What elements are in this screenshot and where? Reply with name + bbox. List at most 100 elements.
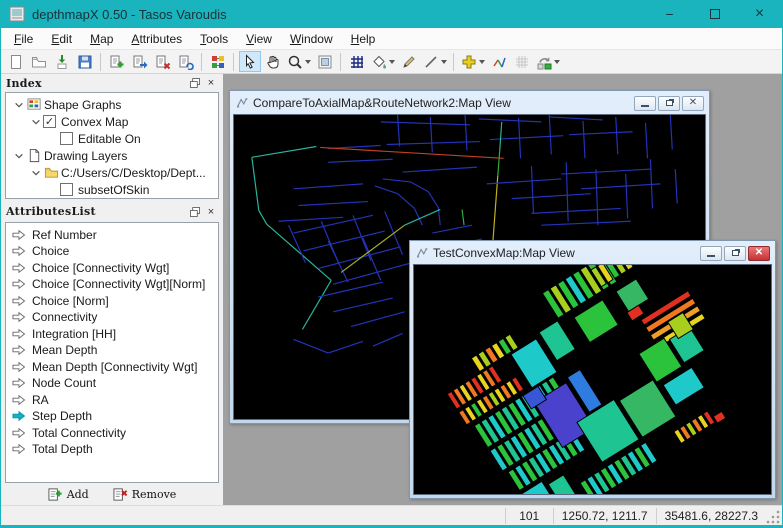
attribute-item[interactable]: RA <box>6 392 218 409</box>
new-file-button[interactable] <box>5 51 27 72</box>
mdi-minimize-button[interactable] <box>700 246 722 261</box>
menu-file[interactable]: File <box>5 29 42 49</box>
remove-map-button[interactable] <box>152 51 174 72</box>
joined-lines-button[interactable] <box>488 51 510 72</box>
checkbox-checked[interactable]: ✓ <box>43 115 56 128</box>
push-values-icon <box>210 54 226 70</box>
close-button[interactable]: × <box>737 0 782 28</box>
close-icon: ✕ <box>755 248 763 258</box>
checkbox-unchecked[interactable] <box>60 183 73 196</box>
grid-button[interactable] <box>346 51 368 72</box>
resize-grip[interactable] <box>766 508 782 524</box>
tree-item[interactable]: Shape Graphs <box>6 96 218 113</box>
mdi-minimize-button[interactable] <box>634 96 656 111</box>
attribute-label: Choice [Connectivity Wgt] <box>32 261 169 275</box>
maximize-button[interactable] <box>692 0 737 28</box>
fill-button[interactable] <box>369 51 397 72</box>
menu-tools[interactable]: Tools <box>191 29 237 49</box>
attribute-item[interactable]: Choice [Connectivity Wgt][Norm] <box>6 276 218 293</box>
mdi-restore-button[interactable] <box>658 96 680 111</box>
dropdown-arrow-icon[interactable] <box>441 60 447 67</box>
open-file-button[interactable] <box>28 51 50 72</box>
mdi-restore-button[interactable] <box>724 246 746 261</box>
attributes-close-button[interactable]: × <box>204 205 218 219</box>
maximize-icon <box>710 9 720 19</box>
attribute-item[interactable]: Mean Depth [Connectivity Wgt] <box>6 359 218 376</box>
menu-map[interactable]: Map <box>81 29 122 49</box>
convert-map-button[interactable] <box>175 51 197 72</box>
attribute-item[interactable]: Integration [HH] <box>6 326 218 343</box>
dropdown-arrow-icon[interactable] <box>554 60 560 67</box>
attribute-item[interactable]: Mean Depth <box>6 342 218 359</box>
dropdown-arrow-icon[interactable] <box>479 60 485 67</box>
attribute-item[interactable]: Choice [Connectivity Wgt] <box>6 260 218 277</box>
convex-map-viewport[interactable] <box>413 264 772 495</box>
pencil-button[interactable] <box>398 51 420 72</box>
attribute-item[interactable]: Node Count <box>6 375 218 392</box>
tree-item-label: Shape Graphs <box>43 98 121 112</box>
chevron-down-icon[interactable] <box>12 100 26 110</box>
attribute-item[interactable]: Total Depth <box>6 441 218 458</box>
dropdown-arrow-icon[interactable] <box>305 60 311 67</box>
tree-item[interactable]: C:/Users/C/Desktop/Dept... <box>6 164 218 181</box>
save-button[interactable] <box>74 51 96 72</box>
attribute-item[interactable]: Step Depth <box>6 408 218 425</box>
attribute-label: Choice [Connectivity Wgt][Norm] <box>32 277 205 291</box>
push-values-button[interactable] <box>207 51 229 72</box>
line-button[interactable] <box>421 51 449 72</box>
pixel-map-button[interactable] <box>511 51 533 72</box>
zoom-button[interactable] <box>285 51 313 72</box>
convex-map-canvas[interactable] <box>414 265 771 494</box>
pan-button[interactable] <box>262 51 284 72</box>
mdi-close-button[interactable]: ✕ <box>682 96 704 111</box>
attribute-item[interactable]: Choice <box>6 243 218 260</box>
attribute-label: Node Count <box>32 376 96 390</box>
mdi-title-bar[interactable]: TestConvexMap:Map View ✕ <box>412 243 773 263</box>
select-button[interactable] <box>239 51 261 72</box>
step-depth-button[interactable] <box>534 51 562 72</box>
attribute-item[interactable]: Ref Number <box>6 227 218 244</box>
menu-edit[interactable]: Edit <box>42 29 81 49</box>
menu-window[interactable]: Window <box>281 29 342 49</box>
dropdown-arrow-icon[interactable] <box>389 60 395 67</box>
attribute-item[interactable]: Connectivity <box>6 309 218 326</box>
step-depth-icon <box>536 54 552 70</box>
attribute-label: Connectivity <box>32 310 97 324</box>
import-button[interactable] <box>51 51 73 72</box>
mdi-window-convex-map[interactable]: TestConvexMap:Map View ✕ <box>409 240 776 499</box>
menu-help[interactable]: Help <box>342 29 385 49</box>
tree-item[interactable]: Drawing Layers <box>6 147 218 164</box>
menu-attributes[interactable]: Attributes <box>122 29 191 49</box>
index-close-button[interactable]: × <box>204 76 218 90</box>
tree-item[interactable]: Editable On <box>6 130 218 147</box>
recenter-button[interactable] <box>314 51 336 72</box>
toolbar-separator <box>453 53 454 71</box>
axial-line <box>531 208 620 213</box>
axial-map-button[interactable] <box>459 51 487 72</box>
chevron-down-icon[interactable] <box>12 151 26 161</box>
chevron-down-icon[interactable] <box>29 117 43 127</box>
pan-icon <box>265 54 281 70</box>
attributes-float-button[interactable] <box>188 205 202 219</box>
axial-line <box>596 169 598 225</box>
axial-line <box>498 150 500 176</box>
attribute-label: Total Depth <box>32 442 93 456</box>
add-map-button[interactable] <box>106 51 128 72</box>
mdi-title-bar[interactable]: CompareToAxialMap&RouteNetwork2:Map View… <box>232 93 707 113</box>
attribute-item[interactable]: Choice [Norm] <box>6 293 218 310</box>
minimize-button[interactable]: − <box>647 0 692 28</box>
attribute-item[interactable]: Total Connectivity <box>6 425 218 442</box>
chevron-down-icon[interactable] <box>29 168 43 178</box>
copy-map-button[interactable] <box>129 51 151 72</box>
checkbox-unchecked[interactable] <box>60 132 73 145</box>
restore-icon <box>666 100 673 106</box>
remove-attribute-button[interactable]: Remove <box>113 487 177 502</box>
tree-item[interactable]: ✓Convex Map <box>6 113 218 130</box>
menu-view[interactable]: View <box>237 29 281 49</box>
tree-item[interactable]: subsetOfSkin <box>6 181 218 198</box>
mdi-close-button[interactable]: ✕ <box>748 246 770 261</box>
axial-line <box>383 179 411 182</box>
index-float-button[interactable] <box>188 76 202 90</box>
mdi-workspace: CompareToAxialMap&RouteNetwork2:Map View… <box>223 74 782 505</box>
add-attribute-button[interactable]: Add <box>48 487 89 502</box>
